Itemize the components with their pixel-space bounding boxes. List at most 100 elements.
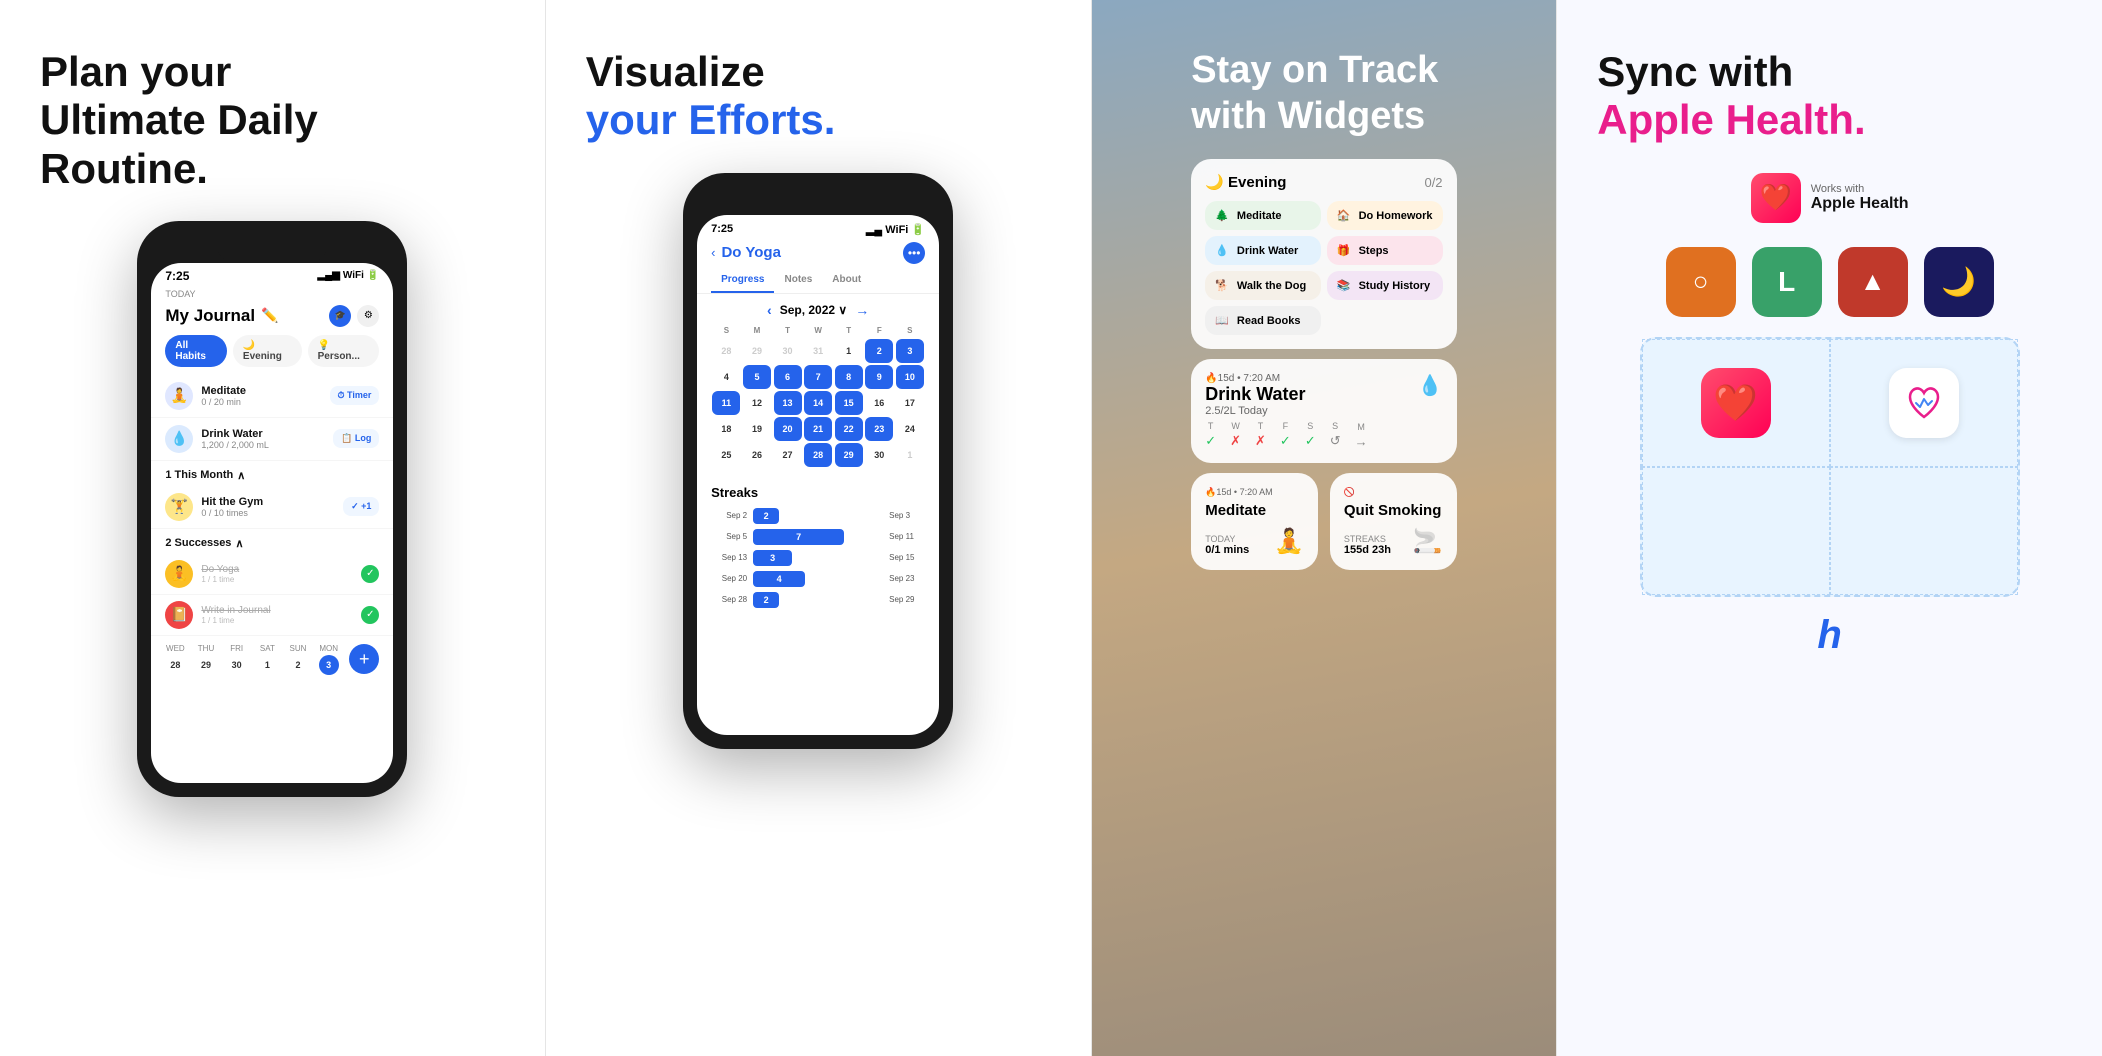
log-button[interactable]: 📋 Log [333,429,379,448]
month-nav: ‹ Sep, 2022 ∨ → [697,294,939,326]
evening-widget: 🌙 Evening 0/2 🌲 Meditate 🏠 Do Homework 💧… [1191,159,1456,349]
gym-sub: 0 / 10 times [201,508,335,518]
drink-meta: 🔥15d • 7:20 AM [1205,373,1305,384]
grid-walk-dog: 🐕 Walk the Dog [1205,271,1321,300]
p2-status-bar: 7:25 ▂▄ WiFi 🔋 [697,215,939,238]
works-with-label: Works with [1811,183,1909,195]
quit-streaks-val: 155d 23h [1344,544,1391,556]
cal-row-5: 25 26 27 28 29 30 1 [711,443,925,467]
quit-icon: 🚬 [1413,527,1443,556]
yoga-done-sub: 1 / 1 time [201,575,353,584]
apple-health-app-icon: ❤️ [1701,368,1771,438]
meditate-label: Meditate [1237,210,1282,222]
drink-water-widget: 🔥15d • 7:20 AM Drink Water 2.5/2L Today … [1191,359,1456,463]
habit-tabs: All Habits 🌙 Evening 💡 Person... [151,335,393,375]
habits-grid: 🌲 Meditate 🏠 Do Homework 💧 Drink Water 🎁… [1205,201,1442,335]
add-habit-button[interactable]: + [349,644,379,674]
gym-name: Hit the Gym [201,496,335,508]
grid-cell-empty-2 [1830,467,2018,595]
apple-health-badge: ❤️ Works with Apple Health [1751,173,1909,223]
study-emoji: 📚 [1337,279,1351,292]
habit-drink-water: 💧 Drink Water 1,200 / 2,000 mL 📋 Log [151,418,393,461]
grid-meditate: 🌲 Meditate [1205,201,1321,230]
menu-button[interactable]: ••• [903,242,925,264]
evening-header: 🌙 Evening 0/2 [1205,173,1442,191]
status-bar: 7:25 ▂▄▆ WiFi 🔋 [151,263,393,285]
widgets-heading: Stay on Track with Widgets [1191,48,1456,139]
prev-month[interactable]: ‹ [767,302,772,318]
orange-app-symbol: ○ [1693,266,1709,297]
streaks-title: Streaks [711,485,925,500]
day-s1: S [1307,421,1313,431]
timer-button[interactable]: ⏱ Timer [330,386,380,405]
phone-1: 7:25 ▂▄▆ WiFi 🔋 TODAY My Journal ✏️ 🎓 ⚙ [137,221,407,797]
tab-about[interactable]: About [822,268,871,293]
journal-title-row: My Journal ✏️ 🎓 ⚙ [151,305,393,335]
check-s2: ↺ [1330,433,1341,449]
journal-check: ✓ [361,606,379,624]
day-f: F [1283,421,1289,431]
grid-homework: 🏠 Do Homework [1327,201,1443,230]
drink-widget-title: Drink Water [1205,384,1305,405]
day-t2: T [1258,421,1264,431]
day-sun: SUN2 [288,644,308,675]
day-m: M [1357,422,1365,432]
streak-row-1: Sep 2 2 Sep 3 [711,508,925,524]
section-this-month: 1 This Month ∧ [151,461,393,486]
dog-label: Walk the Dog [1237,280,1306,292]
widgets-content: Stay on Track with Widgets 🌙 Evening 0/2… [1161,0,1486,1056]
panel-sync-heading: Sync with Apple Health. [1597,48,2062,145]
green-app-symbol: L [1778,266,1795,298]
evening-title: 🌙 Evening [1205,173,1286,191]
steps-emoji: 🎁 [1337,244,1351,257]
next-month[interactable]: → [855,302,869,318]
streaks-section: Streaks Sep 2 2 Sep 3 Sep 5 7 Sep 11 [697,477,939,617]
p2-header: ‹ Do Yoga ••• [697,238,939,268]
green-app-icon: L [1752,247,1822,317]
wifi-icon: WiFi [343,270,364,281]
p2-clock: 7:25 [711,223,733,236]
tab-all-habits[interactable]: All Habits [165,335,227,367]
drink-label: Drink Water [1237,245,1298,257]
drink-water-icon: 💧 [165,425,193,453]
meditate-today-label: TODAY [1205,534,1249,544]
plus1-button[interactable]: ✓ +1 [343,497,379,516]
grid-cell-empty-1 [1642,467,1830,595]
meditate-widget-meta: 🔥15d • 7:20 AM [1205,487,1304,498]
settings-icon[interactable]: ⚙ [357,305,379,327]
phone-2-notch [763,187,873,215]
journal-icon: 📔 [165,601,193,629]
quit-smoking-widget: 🚫 Quit Smoking STREAKS 155d 23h 🚬 [1330,473,1457,570]
quit-streaks-label: STREAKS [1344,534,1391,544]
day-thu: THU29 [196,644,216,675]
journal-title: My Journal [165,306,255,326]
check-t2: ✗ [1255,433,1266,449]
arc-app-icon: ▲ [1838,247,1908,317]
grid-read: 📖 Read Books [1205,306,1321,335]
journal-done-name: Write in Journal [201,605,353,616]
evening-count: 0/2 [1424,175,1442,190]
habit-gym: 🏋️ Hit the Gym 0 / 10 times ✓ +1 [151,486,393,529]
day-fri: FRI30 [227,644,247,675]
yoga-done-name: Do Yoga [201,564,353,575]
widgets-line1: Stay on Track [1191,49,1438,91]
back-icon[interactable]: ‹ [711,245,715,260]
drink-water-sub: 1,200 / 2,000 mL [201,440,325,450]
edit-icon[interactable]: ✏️ [261,307,278,324]
meditate-widget: 🔥15d • 7:20 AM Meditate TODAY 0/1 mins 🧘 [1191,473,1318,570]
grid-drink: 💧 Drink Water [1205,236,1321,265]
tab-evening[interactable]: 🌙 Evening [233,335,302,367]
homework-label: Do Homework [1359,210,1433,222]
tab-progress[interactable]: Progress [711,268,774,293]
tab-personal[interactable]: 💡 Person... [308,335,380,367]
status-icons: ▂▄▆ WiFi 🔋 [317,270,379,281]
tab-notes[interactable]: Notes [774,268,822,293]
battery-icon: 🔋 [367,270,379,281]
drop-icon: 💧 [1418,373,1443,398]
connector-grid: ❤️ [1640,337,2020,597]
phone-1-wrap: 7:25 ▂▄▆ WiFi 🔋 TODAY My Journal ✏️ 🎓 ⚙ [40,221,505,1024]
p2-tabs: Progress Notes About [697,268,939,294]
streak-row-5: Sep 28 2 Sep 29 [711,592,925,608]
widgets-line2: with Widgets [1191,95,1425,137]
cal-row-2: 4 5 6 7 8 9 10 [711,365,925,389]
